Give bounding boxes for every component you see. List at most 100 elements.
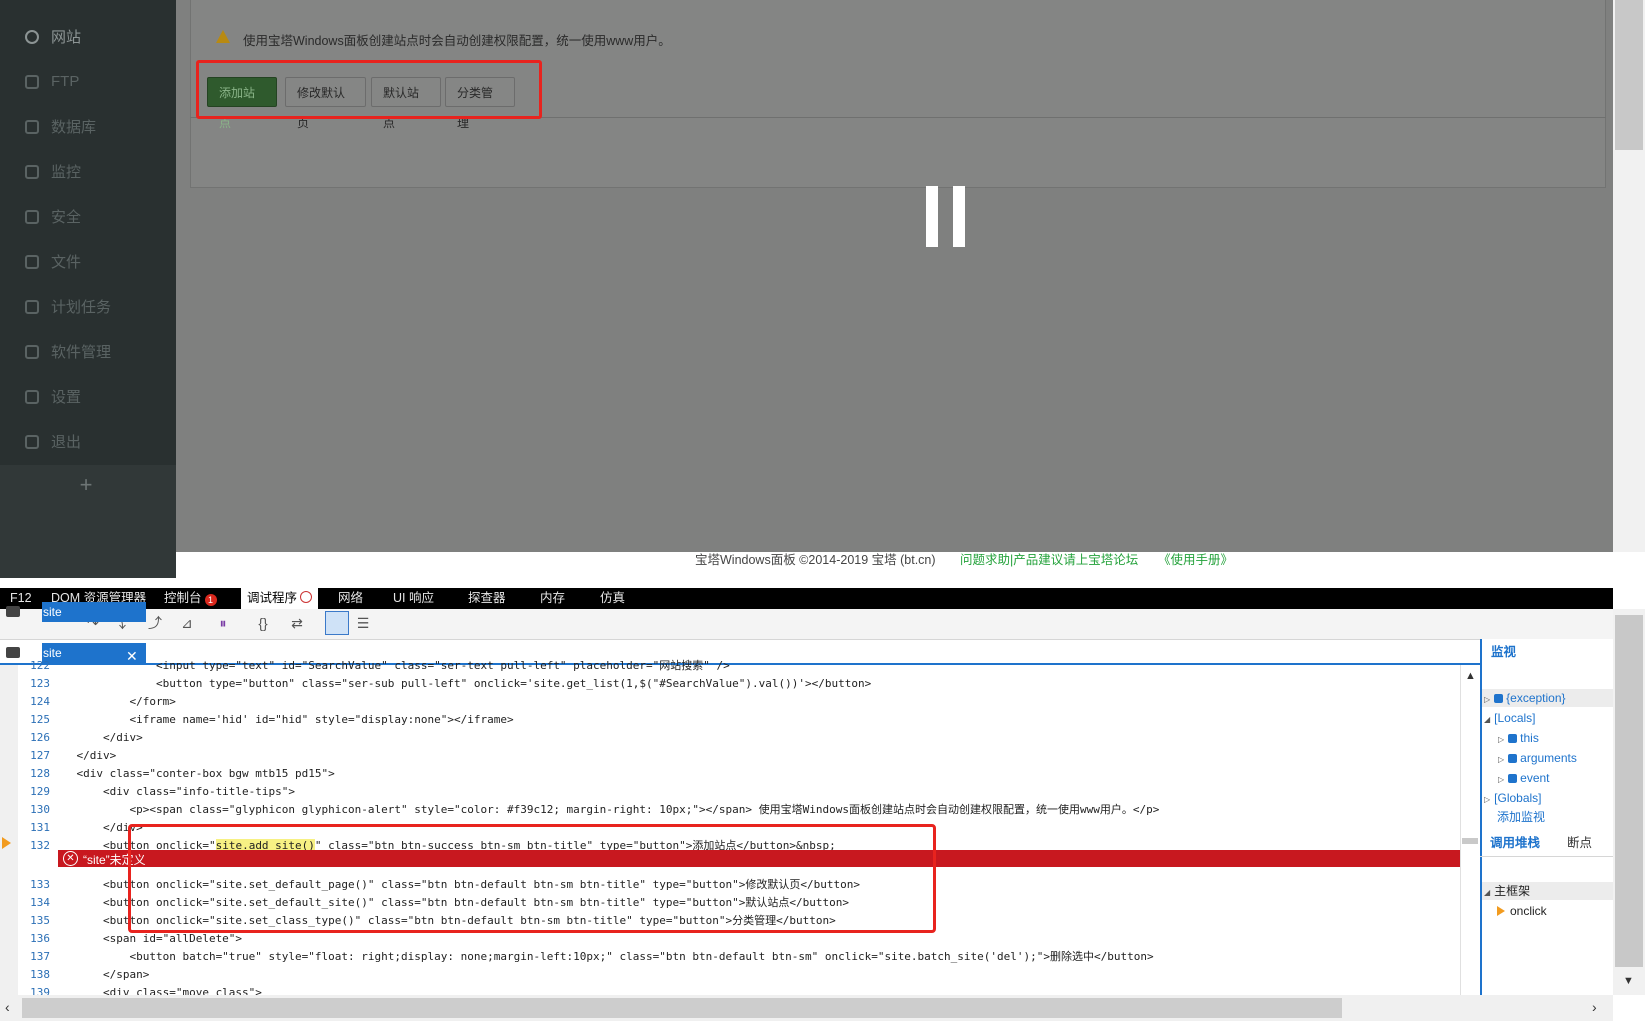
line-number[interactable]: 134 (18, 894, 50, 912)
line-number[interactable]: 137 (18, 948, 50, 966)
sidebar-item-database[interactable]: 数据库 (0, 104, 176, 149)
current-frame-arrow-icon (1497, 906, 1505, 916)
watch-item-this[interactable]: ▷ this (1498, 729, 1539, 749)
tab-profiler[interactable]: 探查器 (462, 588, 512, 609)
line-number[interactable]: 133 (18, 876, 50, 894)
code-line[interactable]: 130 <p><span class="glyphicon glyphicon-… (18, 801, 1159, 819)
tab-debugger[interactable]: 调试程序 (241, 588, 319, 609)
break-new-worker-icon[interactable]: ⊿ (178, 614, 196, 632)
database-icon (25, 119, 39, 134)
scroll-left-icon[interactable]: ‹ (5, 999, 10, 1015)
tab-ui-responsiveness[interactable]: UI 响应 (387, 588, 440, 609)
source-map-icon[interactable]: ☰ (354, 614, 372, 632)
tab-memory[interactable]: 内存 (534, 588, 571, 609)
code-line[interactable]: 125 <iframe name='hid' id="hid" style="d… (18, 711, 514, 729)
code-text: <button type="button" class="ser-sub pul… (50, 677, 872, 690)
sidebar-item-software[interactable]: 软件管理 (0, 329, 176, 374)
code-highlight-box (128, 824, 936, 933)
code-text: <input type="text" id="SearchValue" clas… (50, 659, 730, 672)
code-text: <iframe name='hid' id="hid" style="displ… (50, 713, 514, 726)
warning-icon (216, 30, 230, 43)
permission-notice: 使用宝塔Windows面板创建站点时会自动创建权限配置，统一使用www用户。 (243, 34, 671, 48)
sidebar-item-settings[interactable]: 设置 (0, 374, 176, 419)
sidebar-item-monitor[interactable]: 监控 (0, 149, 176, 194)
tab-network[interactable]: 网络 (332, 588, 369, 609)
pause-icon (300, 591, 313, 603)
paused-icon-bar (953, 186, 965, 247)
tab-emulation[interactable]: 仿真 (594, 588, 631, 609)
add-watch-link[interactable]: 添加监视 (1497, 808, 1545, 826)
break-on-exception-icon[interactable]: ⏸ (214, 614, 232, 632)
line-number[interactable]: 122 (18, 657, 50, 675)
gear-icon (25, 389, 39, 404)
sidebar-item-security[interactable]: 安全 (0, 194, 176, 239)
code-line[interactable]: 124 </form> (18, 693, 176, 711)
watch-item-event[interactable]: ▷ event (1498, 769, 1550, 789)
editor-scrollbar[interactable] (1460, 665, 1481, 995)
line-number[interactable]: 125 (18, 711, 50, 729)
globe-icon (25, 29, 39, 44)
code-text: </div> (50, 749, 117, 762)
scroll-up-icon[interactable]: ▲ (1465, 670, 1476, 682)
word-wrap-icon[interactable]: ⇄ (288, 614, 306, 632)
line-number[interactable]: 126 (18, 729, 50, 747)
tab-call-stack[interactable]: 调用堆栈 (1490, 833, 1540, 853)
line-number[interactable]: 136 (18, 930, 50, 948)
current-line-arrow-icon (2, 837, 11, 849)
watch-item-exception[interactable]: ▷ {exception} (1484, 689, 1566, 709)
paused-icon (926, 186, 938, 247)
call-stack-frame[interactable]: ◢ 主框架 (1484, 882, 1530, 902)
footer-forum-link[interactable]: 问题求助|产品建议请上宝塔论坛 (960, 549, 1138, 568)
file-tab-site-dropdown[interactable]: site (0, 602, 147, 622)
line-number[interactable]: 129 (18, 783, 50, 801)
code-text: <div class="conter-box bgw mtb15 pd15"> (50, 767, 335, 780)
just-my-code-icon[interactable] (325, 611, 349, 635)
page-scrollbar-thumb[interactable] (1615, 0, 1643, 150)
line-number[interactable]: 138 (18, 966, 50, 984)
object-icon (1494, 694, 1504, 703)
user-icon (25, 74, 39, 89)
sidebar-item-logout[interactable]: 退出 (0, 419, 176, 464)
folder-icon (6, 606, 20, 617)
breakpoint-gutter[interactable] (0, 665, 18, 995)
add-plus-icon[interactable]: + (74, 473, 98, 497)
line-number[interactable]: 130 (18, 801, 50, 819)
code-line[interactable]: 129 <div class="info-title-tips"> (18, 783, 295, 801)
call-stack-entry[interactable]: onclick (1510, 902, 1547, 920)
line-number[interactable]: 131 (18, 819, 50, 837)
sidebar-item-website[interactable]: 网站 (0, 14, 176, 59)
watch-item-globals[interactable]: ▷ [Globals] (1484, 789, 1542, 809)
footer-copyright: 宝塔Windows面板 ©2014-2019 宝塔 (bt.cn) (695, 553, 936, 567)
code-line[interactable]: 122 <input type="text" id="SearchValue" … (18, 657, 730, 675)
code-line[interactable]: 138 </span> (18, 966, 149, 984)
tab-breakpoints[interactable]: 断点 (1567, 833, 1592, 853)
watch-item-locals[interactable]: ◢ [Locals] (1484, 709, 1536, 729)
code-line[interactable]: 123 <button type="button" class="ser-sub… (18, 675, 871, 693)
sidebar-item-cron[interactable]: 计划任务 (0, 284, 176, 329)
code-text: <p><span class="glyphicon glyphicon-aler… (50, 803, 1160, 816)
devtools-scrollbar-thumb[interactable] (1615, 615, 1643, 967)
line-number[interactable]: 128 (18, 765, 50, 783)
scroll-right-icon[interactable]: › (1592, 999, 1597, 1015)
line-number[interactable]: 127 (18, 747, 50, 765)
code-line[interactable]: 137 <button batch="true" style="float: r… (18, 948, 1153, 966)
sidebar-item-ftp[interactable]: FTP (0, 59, 176, 104)
scroll-down-icon[interactable]: ▼ (1623, 975, 1634, 987)
line-number[interactable]: 135 (18, 912, 50, 930)
code-line[interactable]: 126 </div> (18, 729, 143, 747)
footer-manual-link[interactable]: 《使用手册》 (1158, 549, 1233, 568)
code-line[interactable]: 131 </div> (18, 819, 143, 837)
sidebar-item-files[interactable]: 文件 (0, 239, 176, 284)
tab-console[interactable]: 控制台 1 (158, 588, 223, 609)
horizontal-scrollbar-thumb[interactable] (22, 998, 1342, 1018)
step-out-icon[interactable]: ⤴ (146, 614, 164, 632)
watch-item-arguments[interactable]: ▷ arguments (1498, 749, 1577, 769)
line-number[interactable]: 124 (18, 693, 50, 711)
pretty-print-icon[interactable]: {} (254, 614, 272, 632)
object-icon (1508, 734, 1518, 743)
line-number[interactable]: 132 (18, 837, 50, 855)
code-line[interactable]: 127 </div> (18, 747, 116, 765)
code-line[interactable]: 128 <div class="conter-box bgw mtb15 pd1… (18, 765, 335, 783)
calendar-icon (25, 299, 39, 314)
line-number[interactable]: 123 (18, 675, 50, 693)
